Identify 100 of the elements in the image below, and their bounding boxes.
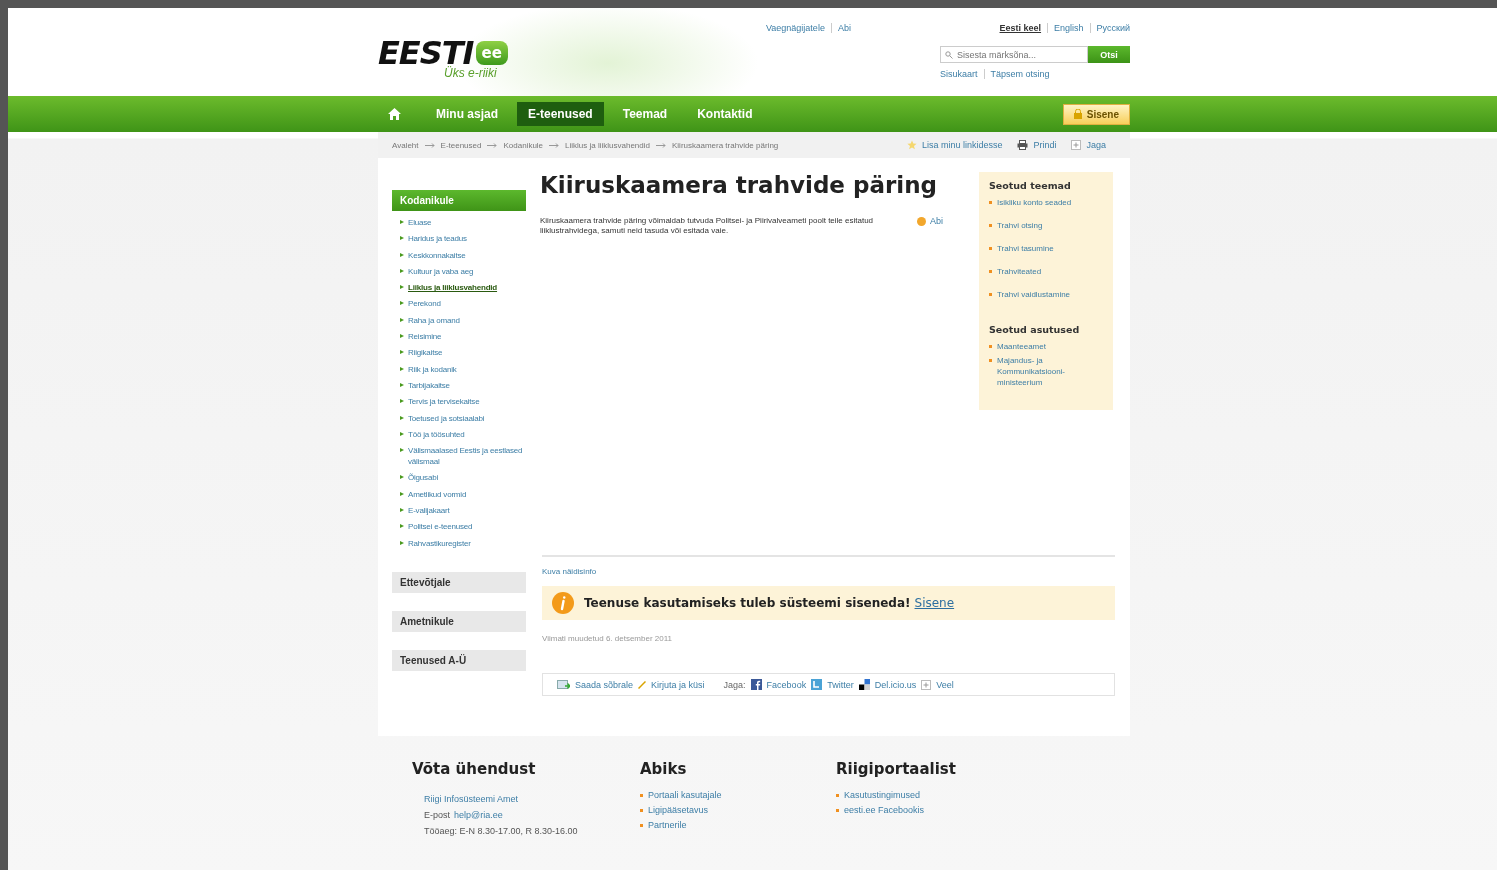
checkered-icon bbox=[858, 679, 870, 690]
language-link[interactable]: Русский bbox=[1089, 23, 1130, 33]
bullet-icon bbox=[989, 345, 992, 348]
organization-link[interactable]: Riigi Infosüsteemi Amet bbox=[424, 794, 640, 804]
search-field[interactable]: Sisesta märksõna... bbox=[940, 46, 1088, 63]
arrow-icon bbox=[487, 142, 498, 148]
write-and-ask-link[interactable]: Kirjuta ja küsi bbox=[651, 679, 705, 690]
footer-link[interactable]: Partnerile bbox=[648, 820, 687, 831]
breadcrumb-link[interactable]: Liiklus ja liiklusvahendid bbox=[565, 140, 650, 150]
bullet-icon bbox=[640, 809, 643, 812]
breadcrumb-link[interactable]: Avaleht bbox=[392, 140, 419, 150]
nav-tab[interactable]: Minu asjad bbox=[425, 102, 509, 126]
login-button[interactable]: Sisene bbox=[1062, 103, 1130, 125]
sidebar-link[interactable]: Keskkonnakaitse bbox=[408, 249, 466, 261]
search-button[interactable]: Otsi bbox=[1088, 46, 1130, 63]
search-link[interactable]: Sisukaart bbox=[940, 69, 978, 79]
related-link[interactable]: Trahvi tasumine bbox=[997, 243, 1054, 254]
bullet-icon bbox=[400, 508, 404, 513]
page-tool-link[interactable]: Lisa minu linkidesse bbox=[921, 140, 1003, 150]
envelope-icon bbox=[557, 679, 570, 690]
related-link[interactable]: Isikliku konto seaded bbox=[997, 197, 1072, 208]
help-icon bbox=[917, 216, 926, 226]
share-link[interactable]: Del.icio.us bbox=[874, 679, 917, 690]
arrow-icon bbox=[424, 142, 435, 148]
help-link[interactable]: Abi bbox=[930, 216, 943, 226]
footer-heading: Võta ühendust bbox=[412, 760, 537, 778]
top-link[interactable]: Abi bbox=[830, 23, 851, 33]
nav-tab[interactable]: Kontaktid bbox=[686, 102, 764, 126]
footer-link[interactable]: Kasutustingimused bbox=[844, 790, 921, 801]
sidebar-link[interactable]: Toetused ja sotsiaalabi bbox=[408, 412, 485, 424]
email-link[interactable]: help@ria.ee bbox=[454, 810, 503, 820]
breadcrumb-link[interactable]: E-teenused bbox=[440, 140, 482, 150]
logo-tagline: Üks e-riiki bbox=[444, 66, 498, 80]
bullet-icon bbox=[989, 293, 992, 296]
bullet-icon bbox=[400, 301, 404, 306]
sidebar-link[interactable]: Haridus ja teadus bbox=[408, 233, 467, 245]
nav-tab[interactable]: E-teenused bbox=[517, 102, 604, 126]
site-logo[interactable]: EESTI ee Üks e-riiki bbox=[378, 37, 518, 96]
sidebar-link[interactable]: Ametlikud vormid bbox=[408, 488, 467, 500]
share-link[interactable]: Facebook bbox=[766, 679, 807, 690]
sample-info-link[interactable]: Kuva näidisinfo bbox=[542, 567, 1115, 576]
bullet-icon bbox=[400, 285, 404, 290]
bullet-icon bbox=[400, 252, 404, 257]
bullet-icon bbox=[640, 794, 643, 797]
sidebar-link[interactable]: Eluase bbox=[408, 217, 432, 228]
related-link[interactable]: Maanteeamet bbox=[997, 341, 1046, 352]
bullet-icon bbox=[400, 399, 404, 404]
share-link[interactable]: Veel bbox=[936, 679, 954, 690]
login-link[interactable]: Sisene bbox=[914, 596, 955, 610]
sidebar-link[interactable]: Reisimine bbox=[408, 331, 442, 343]
page-tool-link[interactable]: Prindi bbox=[1033, 140, 1057, 150]
sidebar-link[interactable]: Tarbijakaitse bbox=[408, 379, 450, 391]
related-link[interactable]: Trahviteated bbox=[997, 266, 1042, 277]
sidebar-link[interactable]: E-valijakaart bbox=[408, 505, 450, 517]
footer-link[interactable]: Portaali kasutajale bbox=[648, 790, 722, 801]
related-heading: Seotud teemad bbox=[989, 180, 1072, 191]
sidebar-link[interactable]: Kultuur ja vaba aeg bbox=[408, 265, 474, 277]
sidebar-link[interactable]: Tervis ja tervisekaitse bbox=[408, 396, 480, 408]
sidebar-link[interactable]: Liiklus ja liiklusvahendid bbox=[408, 282, 498, 294]
nav-tab[interactable]: Teemad bbox=[611, 102, 679, 126]
bullet-icon bbox=[400, 236, 404, 241]
sidebar-link[interactable]: Riik ja kodanik bbox=[408, 363, 457, 375]
search-link[interactable]: Täpsem otsing bbox=[983, 69, 1050, 79]
bullet-icon bbox=[400, 334, 404, 339]
sidebar-link[interactable]: Välismaalased Eestis ja eestlased välismaal bbox=[408, 445, 526, 468]
bullet-icon bbox=[400, 448, 404, 453]
sidebar-section[interactable]: Kodanikule bbox=[392, 190, 526, 211]
sidebar-link[interactable]: Raha ja omand bbox=[408, 314, 460, 326]
top-link[interactable]: Vaegnägijatele bbox=[766, 23, 825, 33]
send-to-friend-link[interactable]: Saada sõbrale bbox=[575, 679, 634, 690]
bullet-icon bbox=[400, 491, 404, 496]
language-link[interactable]: Eesti keel bbox=[999, 23, 1042, 33]
related-link[interactable]: Trahvi otsing bbox=[997, 220, 1043, 231]
footer-link[interactable]: Ligipääsetavus bbox=[648, 805, 709, 816]
opening-hours-text: Tööaeg: E-N 8.30-17.00, R 8.30-16.00 bbox=[424, 826, 579, 836]
bullet-icon bbox=[989, 359, 992, 362]
breadcrumb-link[interactable]: Kiiruskaamera trahvide päring bbox=[672, 140, 779, 150]
star-icon bbox=[906, 140, 917, 150]
related-link[interactable]: Majandus- ja Kommunikatsiooni-ministeerium bbox=[997, 355, 1103, 388]
share-link[interactable]: Twitter bbox=[827, 679, 854, 690]
footer-link[interactable]: eesti.ee Facebookis bbox=[844, 805, 925, 816]
sidebar-link[interactable]: Politsei e-teenused bbox=[408, 521, 473, 533]
breadcrumb-link[interactable]: Kodanikule bbox=[503, 140, 544, 150]
sidebar-link[interactable]: Riigikaitse bbox=[408, 347, 443, 359]
notice-text: Teenuse kasutamiseks tuleb süsteemi siseneda! bbox=[584, 596, 911, 610]
bullet-icon bbox=[989, 247, 992, 250]
sidebar-link[interactable]: Rahvastikuregister bbox=[408, 537, 471, 549]
email-label: E-post bbox=[424, 810, 450, 820]
sidebar-link[interactable]: Töö ja töösuhted bbox=[408, 428, 465, 440]
sidebar-section[interactable]: Teenused A-Ü bbox=[392, 649, 526, 671]
bullet-icon bbox=[989, 201, 992, 204]
sidebar-section[interactable]: Ettevõtjale bbox=[392, 571, 526, 593]
language-link[interactable]: English bbox=[1047, 23, 1084, 33]
home-icon[interactable] bbox=[388, 108, 401, 120]
sidebar-link[interactable]: Õigusabi bbox=[408, 472, 438, 484]
sidebar-section[interactable]: Ametnikule bbox=[392, 610, 526, 632]
sidebar-link[interactable]: Perekond bbox=[408, 298, 441, 310]
related-heading: Seotud asutused bbox=[989, 324, 1081, 335]
related-link[interactable]: Trahvi vaidlustamine bbox=[997, 289, 1071, 300]
page-tool-link[interactable]: Jaga bbox=[1086, 140, 1106, 150]
